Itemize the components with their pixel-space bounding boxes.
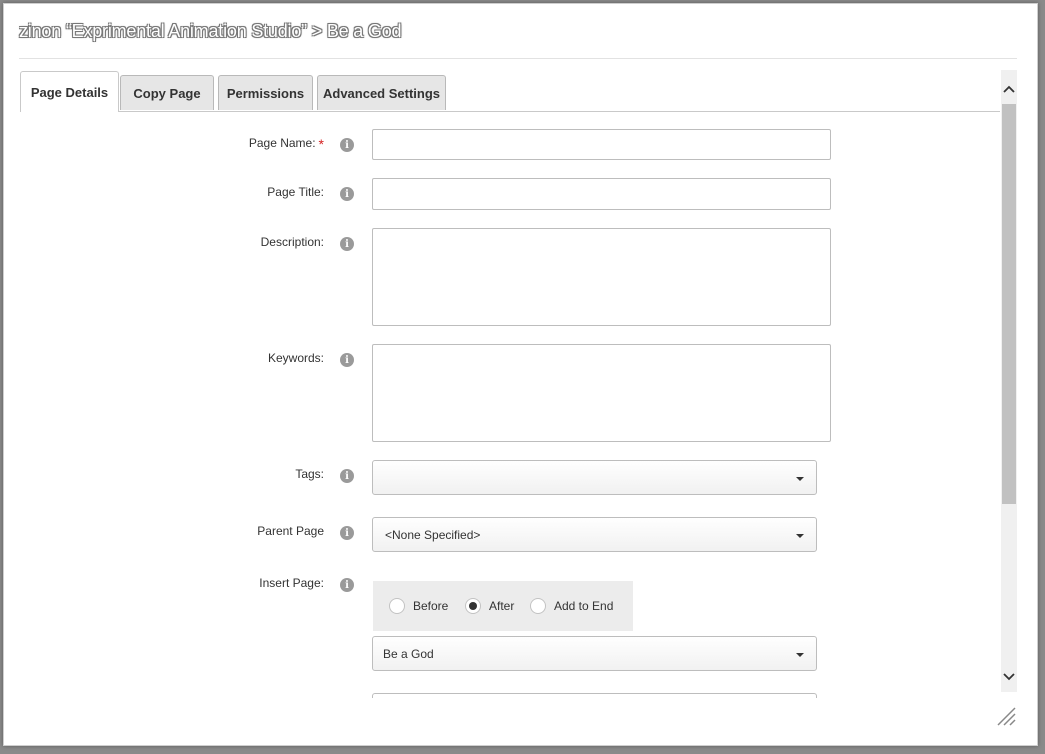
radio-add-to-end[interactable]: [530, 598, 546, 614]
page-settings-dialog: zinon “Exprimental Animation Studio” > B…: [3, 3, 1038, 746]
page-name-label: Page Name: *: [248, 136, 324, 152]
next-field-partial: [372, 693, 817, 698]
page-title-label: Page Title:: [267, 185, 324, 199]
chevron-down-icon: [1003, 673, 1015, 681]
insert-position-group: Before After Add to End: [373, 581, 633, 631]
insert-page-label: Insert Page:: [259, 576, 324, 590]
insert-reference-page-select[interactable]: Be a God: [372, 636, 817, 671]
vertical-scrollbar[interactable]: [1001, 70, 1017, 692]
radio-add-to-end-label: Add to End: [554, 599, 614, 613]
resize-grip[interactable]: [994, 704, 1018, 728]
tabs-divider: [20, 111, 1000, 112]
parent-page-select-value: <None Specified>: [385, 527, 481, 542]
scrollbar-thumb[interactable]: [1002, 104, 1016, 504]
radio-after[interactable]: [465, 598, 481, 614]
description-label: Description:: [260, 235, 324, 249]
info-icon[interactable]: i: [340, 353, 354, 367]
scroll-down-button[interactable]: [1001, 666, 1017, 688]
info-icon[interactable]: i: [340, 237, 354, 251]
dialog-title: zinon “Exprimental Animation Studio” > B…: [19, 21, 402, 41]
radio-after-label: After: [489, 599, 515, 613]
tags-select[interactable]: [372, 460, 817, 495]
tab-copy-page[interactable]: Copy Page: [120, 75, 214, 110]
radio-before-label: Before: [413, 599, 449, 613]
insert-reference-page-value: Be a God: [383, 646, 434, 661]
scroll-up-button[interactable]: [1001, 78, 1017, 100]
info-icon[interactable]: i: [340, 578, 354, 592]
page-name-input[interactable]: [372, 129, 831, 160]
info-icon[interactable]: i: [340, 138, 354, 152]
title-divider: [19, 58, 1017, 59]
tab-advanced-settings[interactable]: Advanced Settings: [317, 75, 446, 110]
caret-down-icon: [796, 476, 804, 481]
page-title-input[interactable]: [372, 178, 831, 210]
description-textarea[interactable]: [372, 228, 831, 326]
caret-down-icon: [796, 652, 804, 657]
tab-page-details[interactable]: Page Details: [20, 71, 119, 112]
required-marker: *: [318, 136, 324, 152]
tab-permissions[interactable]: Permissions: [218, 75, 313, 110]
info-icon[interactable]: i: [340, 469, 354, 483]
resize-grip-icon: [997, 707, 1016, 726]
info-icon[interactable]: i: [340, 526, 354, 540]
parent-page-select[interactable]: <None Specified>: [372, 517, 817, 552]
radio-before[interactable]: [389, 598, 405, 614]
keywords-label: Keywords:: [267, 351, 324, 365]
keywords-textarea[interactable]: [372, 344, 831, 442]
info-icon[interactable]: i: [340, 187, 354, 201]
caret-down-icon: [796, 533, 804, 538]
parent-page-label: Parent Page: [257, 524, 324, 538]
chevron-up-icon: [1003, 85, 1015, 93]
tags-label: Tags:: [295, 467, 324, 481]
